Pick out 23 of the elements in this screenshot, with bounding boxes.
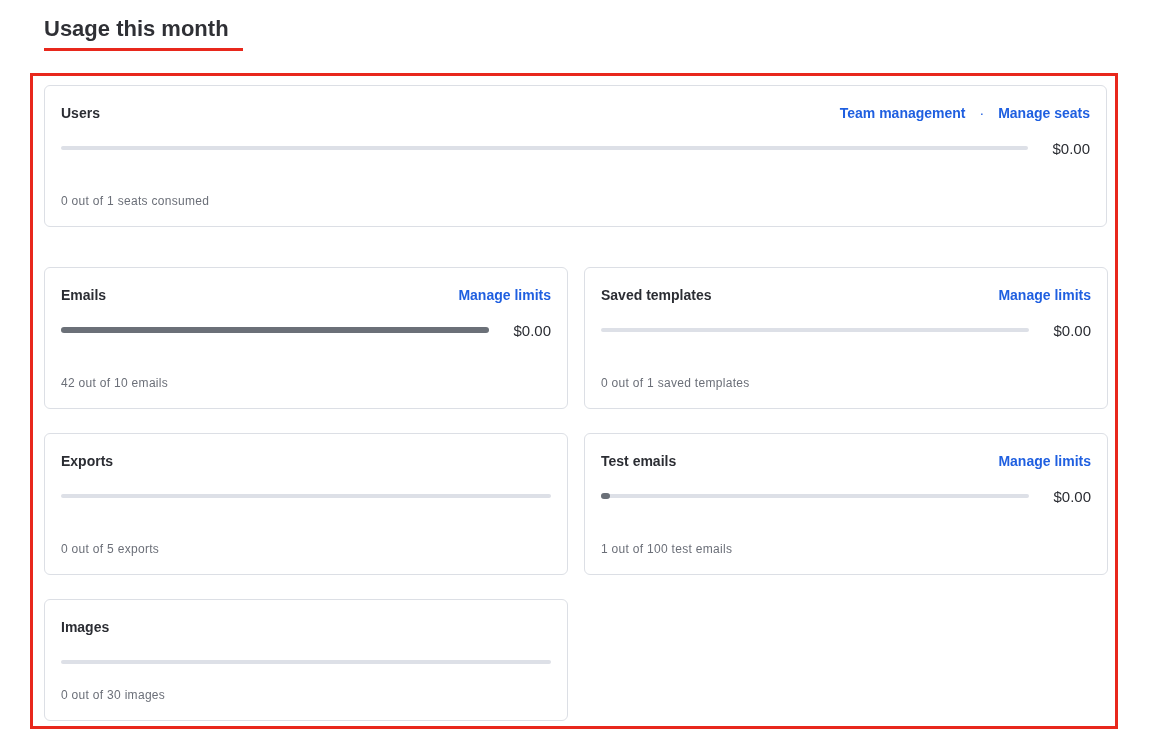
- card-title: Exports: [61, 453, 114, 469]
- price-text: $0.00: [1052, 139, 1090, 157]
- manage-link[interactable]: Manage seats: [998, 105, 1090, 121]
- manage-link[interactable]: Manage limits: [998, 453, 1091, 469]
- card-title: Test emails: [601, 453, 677, 469]
- usage-caption: 1 out of 100 test emails: [601, 542, 734, 556]
- card-title: Images: [61, 619, 110, 635]
- card-title: Users: [61, 105, 100, 121]
- price-text: $0.00: [1053, 321, 1091, 339]
- card-title: Emails: [61, 287, 107, 303]
- usage-caption: 0 out of 1 saved templates: [601, 376, 751, 390]
- section-heading: Usage this month: [44, 18, 243, 51]
- price-text: $0.00: [513, 321, 551, 339]
- link-separator: ·: [979, 105, 985, 121]
- usage-caption: 42 out of 10 emails: [61, 376, 170, 390]
- card-title: Saved templates: [601, 287, 712, 303]
- manage-link[interactable]: Manage limits: [998, 287, 1091, 303]
- usage-caption: 0 out of 1 seats consumed: [61, 194, 211, 208]
- manage-link[interactable]: Team management: [839, 105, 966, 121]
- manage-link[interactable]: Manage limits: [458, 287, 551, 303]
- price-text: $0.00: [1053, 487, 1091, 505]
- usage-caption: 0 out of 5 exports: [61, 542, 161, 556]
- usage-caption: 0 out of 30 images: [61, 688, 167, 702]
